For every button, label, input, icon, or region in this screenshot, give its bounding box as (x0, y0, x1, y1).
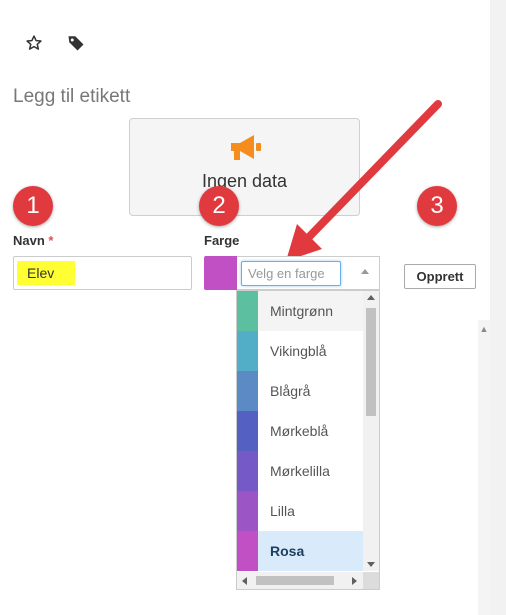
color-search-input[interactable]: Velg en farge (241, 261, 341, 286)
color-option[interactable]: Blågrå (237, 371, 363, 411)
scroll-down-icon[interactable] (367, 562, 375, 567)
color-option[interactable]: Rosa (237, 531, 363, 571)
color-option-label: Mørkelilla (270, 463, 330, 479)
color-option-swatch (237, 531, 258, 571)
color-option-label: Blågrå (270, 383, 311, 399)
color-option[interactable]: Mørkeblå (237, 411, 363, 451)
tag-icon[interactable] (66, 33, 86, 53)
color-option[interactable]: Lilla (237, 491, 363, 531)
annotation-badge-1: 1 (13, 186, 53, 226)
color-option[interactable]: Mørkelilla (237, 451, 363, 491)
color-option-swatch (237, 371, 258, 411)
caret-up-icon[interactable] (361, 269, 369, 274)
scroll-up-arrow-icon[interactable]: ▲ (478, 322, 490, 336)
vertical-scroll-thumb[interactable] (366, 308, 376, 416)
name-label: Navn * (13, 233, 54, 248)
color-option-swatch (237, 411, 258, 451)
side-panel-scrollbar[interactable] (478, 320, 490, 615)
dropdown-horizontal-scrollbar[interactable] (237, 572, 363, 589)
color-select[interactable]: Velg en farge (237, 256, 380, 290)
color-dropdown: Mintgrønn Vikingblå Blågrå Mørkeblå Mørkelil… (236, 290, 380, 590)
color-option-swatch (237, 331, 258, 371)
no-data-text: Ingen data (201, 171, 288, 191)
required-mark: * (48, 233, 54, 248)
page-title: Legg til etikett (13, 86, 131, 107)
color-option-swatch (237, 291, 258, 331)
create-button[interactable]: Opprett (404, 264, 476, 289)
horizontal-scroll-thumb[interactable] (256, 576, 334, 585)
color-option[interactable]: Vikingblå (237, 331, 363, 371)
color-option-label: Mørkeblå (270, 423, 329, 439)
color-label: Farge (204, 233, 240, 248)
color-option-label: Lilla (270, 503, 295, 519)
color-option-label: Mintgrønn (270, 303, 334, 319)
name-input-value: Elev (17, 261, 75, 285)
color-option-label: Vikingblå (270, 343, 327, 359)
scrollbar-corner (363, 572, 379, 589)
annotation-badge-3: 3 (417, 186, 457, 226)
name-input[interactable]: Elev (13, 256, 192, 290)
color-option-swatch (237, 491, 258, 531)
star-outline-icon[interactable] (24, 33, 44, 53)
selected-color-swatch (204, 256, 237, 290)
scroll-up-icon[interactable] (367, 295, 375, 300)
scroll-left-icon[interactable] (242, 577, 247, 585)
color-option-label: Rosa (270, 543, 305, 559)
color-option[interactable]: Mintgrønn (237, 291, 363, 331)
color-option-swatch (237, 451, 258, 491)
no-data-card: Ingen data (129, 118, 360, 216)
annotation-badge-2: 2 (199, 186, 239, 226)
scroll-right-icon[interactable] (352, 577, 357, 585)
megaphone-icon (227, 133, 263, 163)
page-scrollbar-track (490, 0, 506, 615)
dropdown-vertical-scrollbar[interactable] (363, 291, 379, 571)
